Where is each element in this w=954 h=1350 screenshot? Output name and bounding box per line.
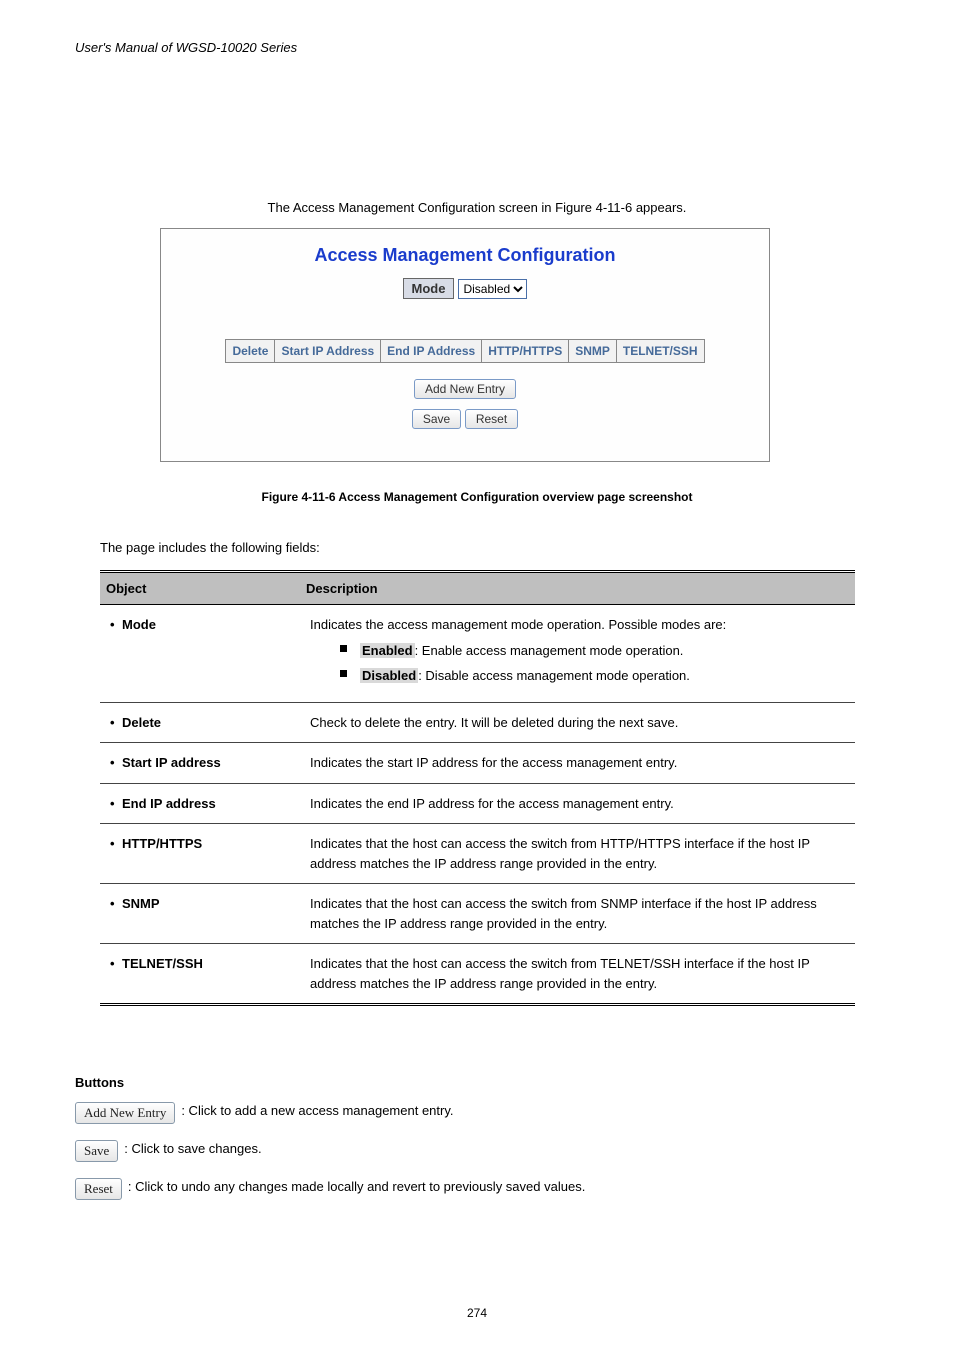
mode-row: Mode Disabled xyxy=(161,278,769,299)
table-row: End IP address Indicates the end IP addr… xyxy=(100,783,855,824)
col-http: HTTP/HTTPS xyxy=(482,340,569,363)
col-telnet: TELNET/SSH xyxy=(616,340,704,363)
button-desc-row: Save : Click to save changes. xyxy=(75,1140,262,1162)
obj-http: HTTP/HTTPS xyxy=(100,824,300,884)
buttons-heading: Buttons xyxy=(75,1075,124,1090)
button-desc-row: Add New Entry : Click to add a new acces… xyxy=(75,1102,454,1124)
col-start-ip: Start IP Address xyxy=(275,340,381,363)
obj-delete: Delete xyxy=(100,702,300,743)
page-number: 274 xyxy=(0,1306,954,1320)
description-table: Object Description Mode Indicates the ac… xyxy=(100,570,855,1006)
reset-button[interactable]: Reset xyxy=(465,409,518,429)
desc-mode: Indicates the access management mode ope… xyxy=(300,605,855,703)
config-panel: Access Management Configuration Mode Dis… xyxy=(160,228,770,462)
col-end-ip: End IP Address xyxy=(381,340,482,363)
table-row: SNMP Indicates that the host can access … xyxy=(100,884,855,944)
desc-end-ip: Indicates the end IP address for the acc… xyxy=(300,783,855,824)
button-desc: : Click to add a new access management e… xyxy=(181,1102,453,1120)
th-description: Description xyxy=(300,572,855,605)
reset-button-doc[interactable]: Reset xyxy=(75,1178,122,1200)
mode-label: Mode xyxy=(403,278,455,299)
add-new-entry-button[interactable]: Add New Entry xyxy=(414,379,516,399)
obj-telnet: TELNET/SSH xyxy=(100,944,300,1005)
mode-select[interactable]: Disabled xyxy=(458,279,527,299)
table-row: Mode Indicates the access management mod… xyxy=(100,605,855,703)
table-row: Delete Check to delete the entry. It wil… xyxy=(100,702,855,743)
button-desc: : Click to save changes. xyxy=(124,1140,261,1158)
desc-http: Indicates that the host can access the s… xyxy=(300,824,855,884)
desc-start-ip: Indicates the start IP address for the a… xyxy=(300,743,855,784)
obj-start-ip: Start IP address xyxy=(100,743,300,784)
col-snmp: SNMP xyxy=(569,340,617,363)
ip-table: Delete Start IP Address End IP Address H… xyxy=(225,339,704,363)
doc-header: User's Manual of WGSD-10020 Series xyxy=(75,40,879,55)
th-object: Object xyxy=(100,572,300,605)
desc-delete: Check to delete the entry. It will be de… xyxy=(300,702,855,743)
desc-snmp: Indicates that the host can access the s… xyxy=(300,884,855,944)
add-new-entry-button-doc[interactable]: Add New Entry xyxy=(75,1102,175,1124)
figure-intro-text: The Access Management Configuration scre… xyxy=(0,200,954,215)
table-intro: The page includes the following fields: xyxy=(100,540,320,555)
save-button-doc[interactable]: Save xyxy=(75,1140,118,1162)
figure-caption: Figure 4-11-6 Access Management Configur… xyxy=(0,490,954,504)
panel-title: Access Management Configuration xyxy=(161,245,769,266)
table-row: Start IP address Indicates the start IP … xyxy=(100,743,855,784)
desc-telnet: Indicates that the host can access the s… xyxy=(300,944,855,1005)
table-row: TELNET/SSH Indicates that the host can a… xyxy=(100,944,855,1005)
table-row: HTTP/HTTPS Indicates that the host can a… xyxy=(100,824,855,884)
col-delete: Delete xyxy=(226,340,275,363)
obj-end-ip: End IP address xyxy=(100,783,300,824)
doc-header-left: User's Manual of WGSD-10020 Series xyxy=(75,40,297,55)
save-button[interactable]: Save xyxy=(412,409,461,429)
button-desc: : Click to undo any changes made locally… xyxy=(128,1178,585,1196)
obj-mode: Mode xyxy=(100,605,300,703)
obj-snmp: SNMP xyxy=(100,884,300,944)
button-desc-row: Reset : Click to undo any changes made l… xyxy=(75,1178,585,1200)
